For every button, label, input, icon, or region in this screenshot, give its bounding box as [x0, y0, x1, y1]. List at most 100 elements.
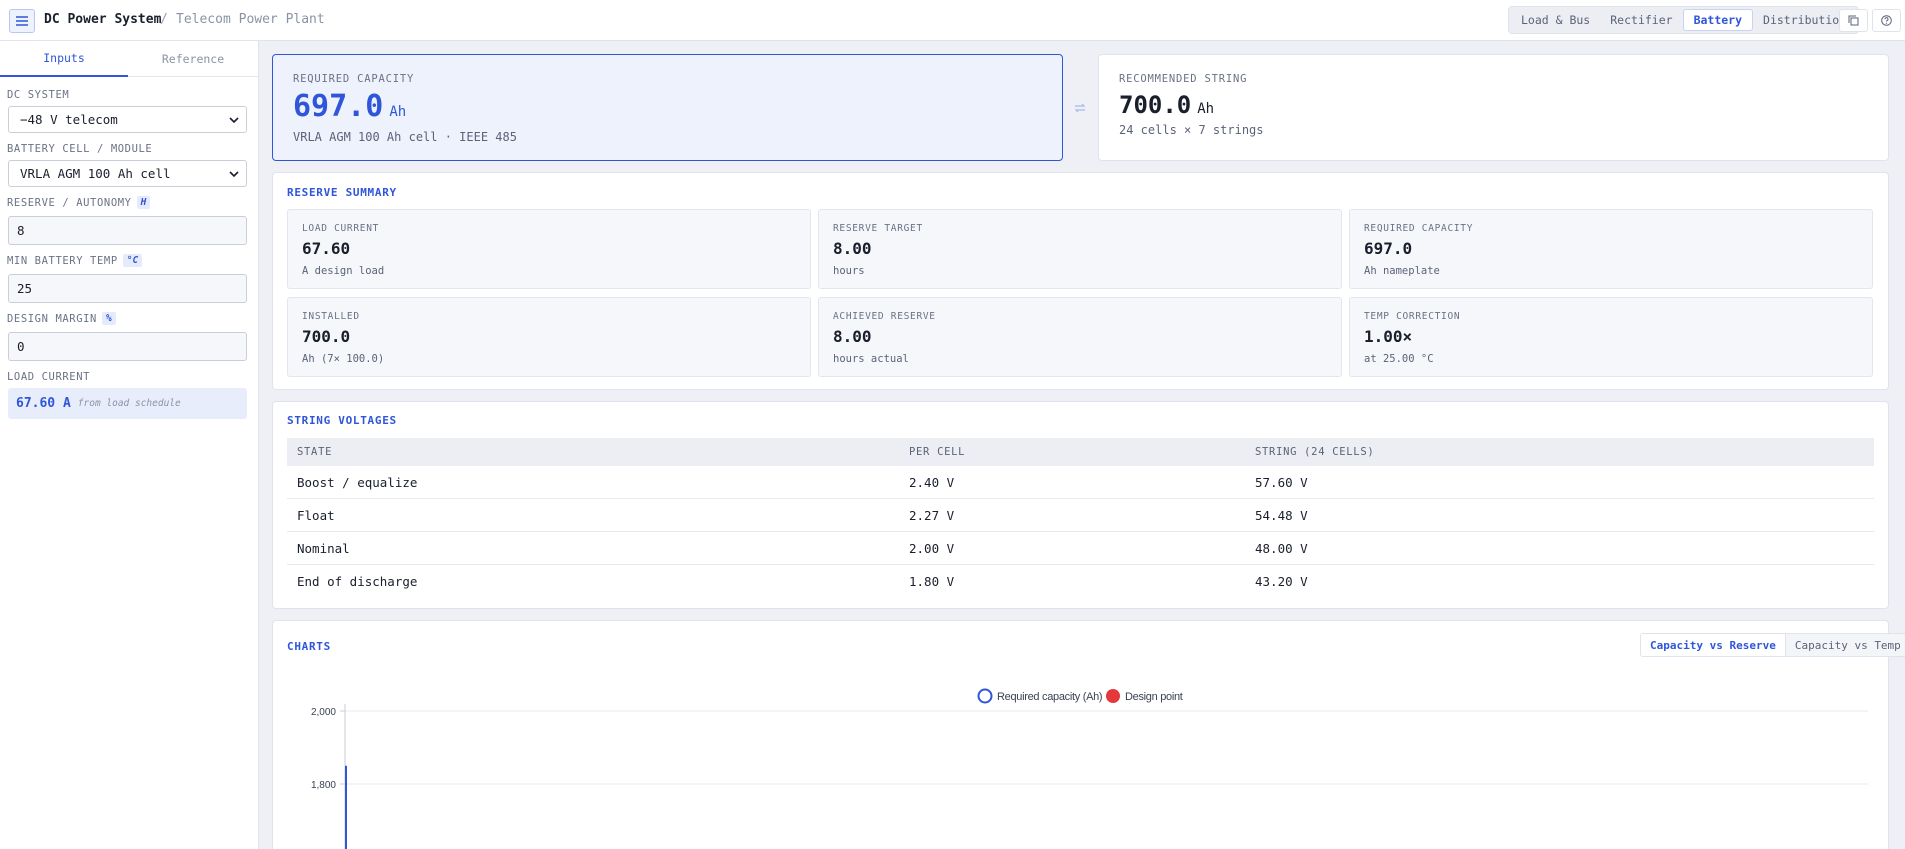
tab-battery[interactable]: Battery: [1682, 9, 1754, 31]
stat-sub: at 25.00 °C: [1364, 353, 1434, 365]
stat-load-current: LOAD CURRENT 67.60 A design load: [287, 209, 811, 289]
stat-value: 8.00: [833, 327, 872, 346]
inputs-sidebar: Inputs Reference DC SYSTEM −48 V telecom…: [0, 41, 259, 849]
cell-per-cell: 1.80 V: [909, 574, 955, 589]
menu-button[interactable]: [9, 9, 35, 33]
stat-reserve-target: RESERVE TARGET 8.00 hours: [818, 209, 1342, 289]
stat-sub: Ah nameplate: [1364, 265, 1440, 277]
stat-label: TEMP CORRECTION: [1364, 311, 1461, 322]
stat-value: 67.60: [302, 239, 351, 258]
stat-value: 1.00×: [1364, 327, 1413, 346]
legend-swatch-required-capacity: [977, 688, 993, 704]
title-separator: /: [160, 12, 168, 27]
stat-required-capacity: REQUIRED CAPACITY 697.0 Ah nameplate: [1349, 209, 1873, 289]
reserve-unit: H: [136, 196, 151, 209]
dc-system-value: −48 V telecom: [20, 112, 118, 127]
stat-installed: INSTALLED 700.0 Ah (7× 100.0): [287, 297, 811, 377]
min-temp-unit: °C: [122, 254, 143, 267]
min-temp-label: MIN BATTERY TEMP °C: [7, 254, 143, 267]
recommended-string-value: 700.0 Ah: [1119, 91, 1215, 119]
stat-label: LOAD CURRENT: [302, 223, 380, 234]
recommended-string-card: RECOMMENDED STRING 700.0 Ah 24 cells × 7 …: [1098, 54, 1889, 161]
load-current-note: from load schedule: [77, 398, 181, 409]
sidebar-tabs: Inputs Reference: [0, 41, 258, 77]
table-row: End of discharge 1.80 V 43.20 V: [287, 565, 1874, 598]
legend-label-design-point: Design point: [1125, 691, 1183, 703]
stat-achieved-reserve: ACHIEVED RESERVE 8.00 hours actual: [818, 297, 1342, 377]
recommended-string-label: RECOMMENDED STRING: [1119, 73, 1248, 85]
app-title: DC Power System: [44, 12, 162, 27]
load-current-display: 67.60 A from load schedule: [8, 388, 247, 419]
y-tick-label: 1,800: [311, 780, 336, 791]
cell-per-cell: 2.40 V: [909, 474, 955, 490]
tab-rectifier[interactable]: Rectifier: [1600, 9, 1682, 31]
stat-label: ACHIEVED RESERVE: [833, 311, 936, 322]
cell-per-cell: 2.00 V: [909, 540, 955, 556]
battery-cell-select[interactable]: VRLA AGM 100 Ah cell: [8, 160, 247, 187]
stat-value: 8.00: [833, 239, 872, 258]
column-header-state: STATE: [297, 446, 333, 458]
legend-swatch-design-point: [1106, 689, 1120, 703]
legend-label-required-capacity: Required capacity (Ah): [997, 691, 1102, 703]
stat-sub: Ah (7× 100.0): [302, 353, 385, 365]
required-capacity-card: REQUIRED CAPACITY 697.0 Ah VRLA AGM 100 A…: [272, 54, 1063, 161]
chart-tabs: Capacity vs Reserve Capacity vs Temp: [1640, 633, 1905, 657]
stat-value: 697.0: [1364, 239, 1413, 258]
top-bar: DC Power System / Telecom Power Plant Lo…: [0, 0, 1905, 41]
cell-state: Float: [297, 507, 335, 523]
required-capacity-label: REQUIRED CAPACITY: [293, 73, 415, 85]
copy-icon: [1848, 15, 1859, 26]
cell-string: 48.00 V: [1255, 540, 1308, 556]
battery-cell-label: BATTERY CELL / MODULE: [7, 143, 153, 155]
cell-string: 57.60 V: [1255, 474, 1308, 490]
chevron-down-icon: [229, 171, 239, 178]
module-tabs: Load & Bus Rectifier Battery Distributio…: [1508, 6, 1860, 34]
tab-load-bus[interactable]: Load & Bus: [1511, 9, 1600, 31]
stat-label: RESERVE TARGET: [833, 223, 923, 234]
table-row: Float 2.27 V 54.48 V: [287, 499, 1874, 532]
cell-string: 54.48 V: [1255, 507, 1308, 523]
reserve-input[interactable]: 8: [8, 216, 247, 245]
stat-sub: hours actual: [833, 353, 909, 365]
required-capacity-value: 697.0 Ah: [293, 89, 407, 124]
stat-temp-correction: TEMP CORRECTION 1.00× at 25.00 °C: [1349, 297, 1873, 377]
column-header-string: STRING (24 CELLS): [1255, 446, 1375, 458]
reserve-label: RESERVE / AUTONOMY H: [7, 196, 151, 209]
string-voltages-title: STRING VOLTAGES: [287, 414, 397, 427]
load-current-label: LOAD CURRENT: [7, 371, 91, 383]
cell-string: 43.20 V: [1255, 574, 1308, 589]
tab-capacity-vs-temp[interactable]: Capacity vs Temp: [1785, 634, 1905, 656]
charts-title: CHARTS: [287, 640, 331, 653]
required-capacity-note: VRLA AGM 100 Ah cell · IEEE 485: [293, 130, 517, 144]
app-subtitle: Telecom Power Plant: [176, 12, 325, 27]
cell-state: Nominal: [297, 540, 350, 556]
chevron-down-icon: [229, 117, 239, 124]
stat-sub: A design load: [302, 265, 385, 277]
tab-capacity-vs-reserve[interactable]: Capacity vs Reserve: [1641, 634, 1786, 656]
cell-state: Boost / equalize: [297, 474, 418, 490]
margin-input[interactable]: 0: [8, 332, 247, 361]
stat-label: INSTALLED: [302, 311, 360, 322]
stat-label: REQUIRED CAPACITY: [1364, 223, 1474, 234]
table-row: Nominal 2.00 V 48.00 V: [287, 532, 1874, 565]
help-button[interactable]: [1872, 9, 1901, 32]
table-header: STATE PER CELL STRING (24 CELLS): [287, 438, 1874, 466]
swap-icon: [1074, 103, 1086, 113]
battery-cell-value: VRLA AGM 100 Ah cell: [20, 166, 171, 181]
min-temp-input[interactable]: 25: [8, 274, 247, 303]
reserve-summary-title: RESERVE SUMMARY: [287, 186, 397, 199]
column-header-per-cell: PER CELL: [909, 446, 966, 458]
stat-value: 700.0: [302, 327, 351, 346]
tab-reference[interactable]: Reference: [129, 41, 257, 77]
margin-unit: %: [101, 312, 116, 325]
cell-state: End of discharge: [297, 574, 418, 589]
menu-icon: [16, 16, 28, 26]
cell-per-cell: 2.27 V: [909, 507, 955, 523]
tab-inputs[interactable]: Inputs: [0, 41, 128, 77]
copy-button[interactable]: [1839, 9, 1868, 32]
y-tick-label: 2,000: [311, 707, 336, 718]
capacity-chart: Required capacity (Ah) Design point 2,000 1…: [311, 688, 1868, 849]
dc-system-label: DC SYSTEM: [7, 89, 70, 101]
margin-label: DESIGN MARGIN%: [7, 312, 116, 325]
dc-system-select[interactable]: −48 V telecom: [8, 106, 247, 133]
